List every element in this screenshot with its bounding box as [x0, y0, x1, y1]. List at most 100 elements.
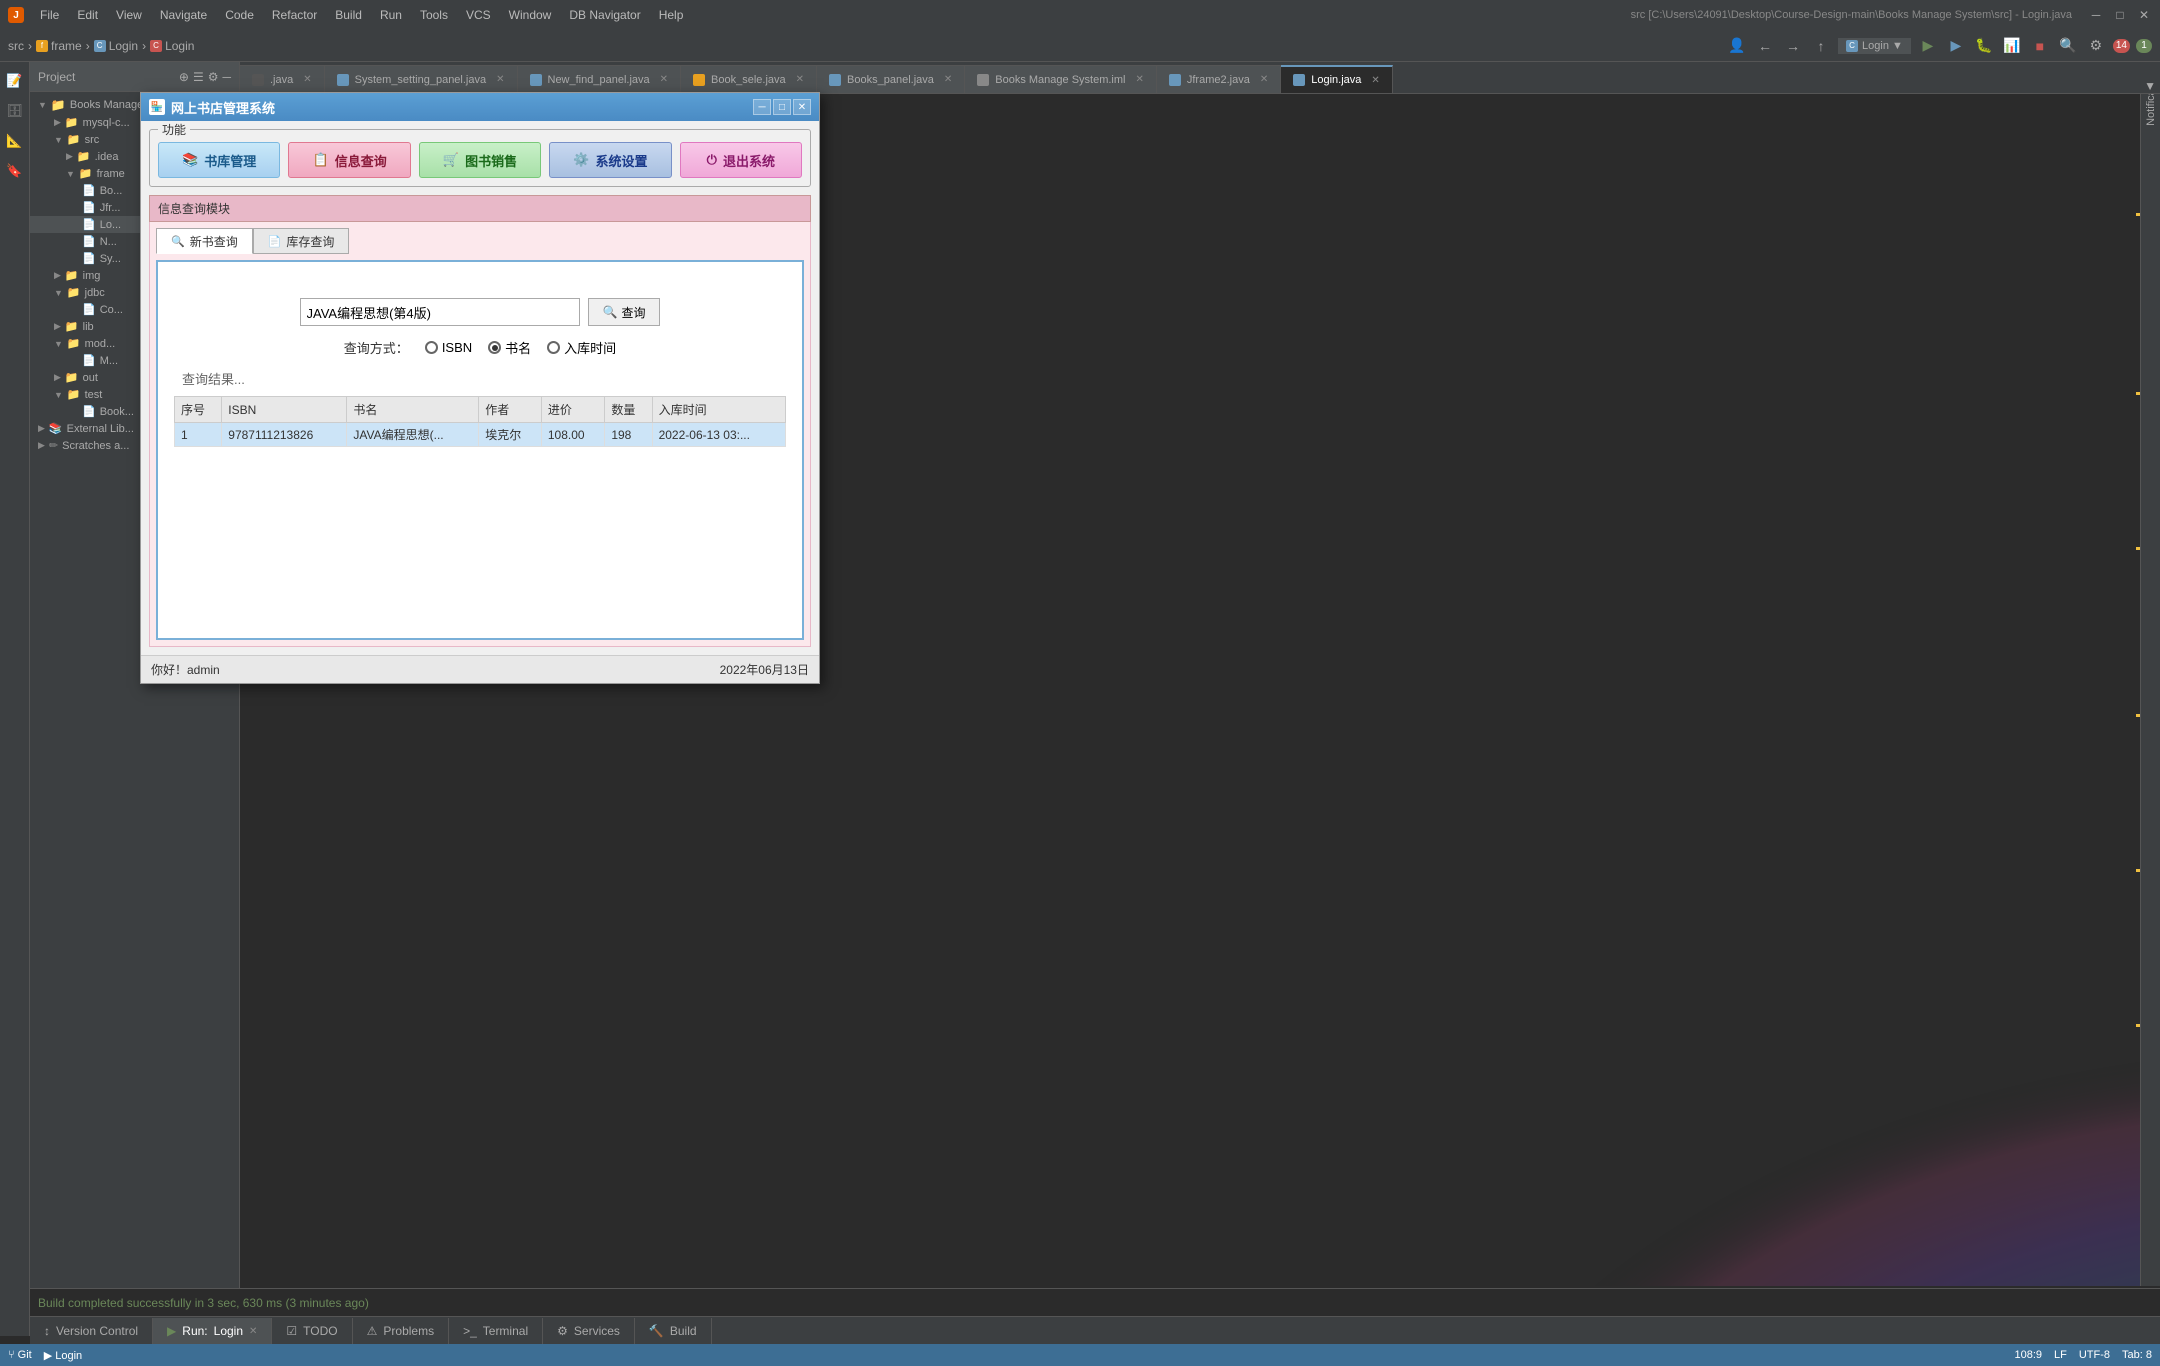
sidebar-db-icon[interactable]: 🗄	[4, 100, 26, 122]
btn-library-mgmt[interactable]: 📚 书库管理	[158, 142, 280, 178]
radio-isbn[interactable]: ISBN	[425, 340, 472, 355]
menu-code[interactable]: Code	[217, 6, 262, 24]
project-collapse-icon[interactable]: ☰	[193, 70, 204, 84]
tab-new-find[interactable]: New_find_panel.java ✕	[518, 65, 682, 93]
tab-close-system[interactable]: ✕	[496, 74, 504, 85]
breadcrumb-login2[interactable]: C Login	[150, 39, 194, 53]
menu-build[interactable]: Build	[327, 6, 370, 24]
status-encoding[interactable]: UTF-8	[2079, 1349, 2110, 1361]
tab-todo[interactable]: ☑ TODO	[272, 1318, 352, 1344]
tab-login[interactable]: Login.java ✕	[1281, 65, 1393, 93]
menu-refactor[interactable]: Refactor	[264, 6, 325, 24]
tab-book-sele[interactable]: Book_sele.java ✕	[681, 65, 817, 93]
dialog-close-btn[interactable]: ✕	[793, 99, 811, 115]
toolbar-forward-btn[interactable]: →	[1782, 35, 1804, 57]
toolbar-back-btn[interactable]: ←	[1754, 35, 1776, 57]
close-button[interactable]: ✕	[2136, 7, 2152, 23]
menu-run[interactable]: Run	[372, 6, 410, 24]
toolbar-search-btn[interactable]: 🔍	[2057, 35, 2079, 57]
sub-tab-new-books[interactable]: 🔍 新书查询	[156, 228, 253, 254]
dialog-window-buttons[interactable]: ─ □ ✕	[753, 99, 811, 115]
menu-window[interactable]: Window	[501, 6, 560, 24]
menu-vcs[interactable]: VCS	[458, 6, 499, 24]
breadcrumb-login1[interactable]: C Login	[94, 39, 138, 53]
bookstore-dialog[interactable]: 🏪 网上书店管理系统 ─ □ ✕ 功能 📚 书库管理 📋	[140, 92, 820, 684]
toolbar-build-btn[interactable]: ▶	[1917, 35, 1939, 57]
sidebar-structure-icon[interactable]: 📐	[4, 130, 26, 152]
dialog-maximize-btn[interactable]: □	[773, 99, 791, 115]
col-date: 入库时间	[652, 397, 785, 423]
search-button[interactable]: 🔍 查询	[588, 298, 661, 326]
breadcrumb-src[interactable]: src	[8, 39, 24, 53]
run-tab-close[interactable]: ✕	[249, 1326, 257, 1337]
services-label: Services	[574, 1324, 620, 1338]
maximize-button[interactable]: □	[2112, 7, 2128, 23]
tab-services[interactable]: ⚙ Services	[543, 1318, 635, 1344]
radio-date[interactable]: 入库时间	[547, 338, 616, 357]
tab-version-control[interactable]: ↕ Version Control	[30, 1318, 153, 1344]
login-dropdown[interactable]: C Login ▼	[1838, 38, 1911, 54]
tab-books-panel[interactable]: Books_panel.java ✕	[817, 65, 965, 93]
tab-close-find[interactable]: ✕	[660, 74, 668, 85]
dialog-minimize-btn[interactable]: ─	[753, 99, 771, 115]
tab-close-booksele[interactable]: ✕	[796, 74, 804, 85]
minimize-button[interactable]: ─	[2088, 7, 2104, 23]
menu-help[interactable]: Help	[651, 6, 692, 24]
toolbar-up-btn[interactable]: ↑	[1810, 35, 1832, 57]
toolbar-stop-btn[interactable]: ■	[2029, 35, 2051, 57]
menu-bar[interactable]: File Edit View Navigate Code Refactor Bu…	[32, 6, 691, 24]
table-row[interactable]: 1 9787111213826 JAVA编程思想(... 埃克尔 108.00 …	[175, 423, 786, 447]
tab-close-login[interactable]: ✕	[1371, 75, 1379, 86]
menu-db-navigator[interactable]: DB Navigator	[561, 6, 648, 24]
search-input[interactable]	[300, 298, 580, 326]
project-hide-icon[interactable]: ─	[222, 70, 231, 84]
tab-close-jframe2[interactable]: ✕	[1260, 74, 1268, 85]
tab-close-dotjava[interactable]: ✕	[303, 74, 311, 85]
tab-jframe2[interactable]: Jframe2.java ✕	[1157, 65, 1281, 93]
tab-iml[interactable]: Books Manage System.iml ✕	[965, 65, 1157, 93]
btn-info-query[interactable]: 📋 信息查询	[288, 142, 410, 178]
project-header-icons[interactable]: ⊕ ☰ ⚙ ─	[179, 70, 231, 84]
tab-system-setting[interactable]: System_setting_panel.java ✕	[325, 65, 518, 93]
menu-file[interactable]: File	[32, 6, 67, 24]
tab-problems[interactable]: ⚠ Problems	[353, 1318, 449, 1344]
toolbar-run-btn[interactable]: ▶	[1945, 35, 1967, 57]
dialog-titlebar[interactable]: 🏪 网上书店管理系统 ─ □ ✕	[141, 93, 819, 121]
project-sync-icon[interactable]: ⊕	[179, 70, 189, 84]
toolbar-coverage-btn[interactable]: 📊	[2001, 35, 2023, 57]
src-label: src	[85, 134, 100, 146]
status-indent[interactable]: Tab: 8	[2122, 1349, 2152, 1361]
menu-view[interactable]: View	[108, 6, 150, 24]
project-settings-icon[interactable]: ⚙	[208, 70, 219, 84]
frame-label: frame	[97, 168, 125, 180]
tab-build[interactable]: 🔨 Build	[635, 1318, 712, 1344]
status-git[interactable]: ⑂ Git	[8, 1349, 32, 1361]
status-position[interactable]: 108:9	[2014, 1349, 2042, 1361]
menu-edit[interactable]: Edit	[69, 6, 106, 24]
btn-book-sales[interactable]: 🛒 图书销售	[419, 142, 541, 178]
tab-run[interactable]: ▶ Run: Login ✕	[153, 1318, 272, 1344]
sub-tab-inventory[interactable]: 📄 库存查询	[253, 228, 350, 254]
radio-bookname[interactable]: 书名	[488, 338, 531, 357]
sales-label: 图书销售	[465, 151, 517, 170]
tab-terminal[interactable]: >_ Terminal	[449, 1318, 543, 1344]
toolbar-settings-btn[interactable]: ⚙	[2085, 35, 2107, 57]
radio-isbn-circle[interactable]	[425, 341, 438, 354]
window-controls[interactable]: ─ □ ✕	[2088, 7, 2152, 23]
tab-close-bookspanel[interactable]: ✕	[944, 74, 952, 85]
tab-overflow[interactable]: ▼	[2144, 79, 2160, 93]
sidebar-commit-icon[interactable]: 📝	[4, 70, 26, 92]
radio-date-circle[interactable]	[547, 341, 560, 354]
tab-dotjava[interactable]: .java ✕	[240, 65, 325, 93]
breadcrumb-frame[interactable]: f frame	[36, 39, 82, 53]
toolbar-debug-btn[interactable]: 🐛	[1973, 35, 1995, 57]
tab-close-iml[interactable]: ✕	[1135, 74, 1143, 85]
toolbar-profile-btn[interactable]: 👤	[1726, 35, 1748, 57]
btn-logout[interactable]: ⏻ 退出系统	[680, 142, 802, 178]
sidebar-bookmarks-icon[interactable]: 🔖	[4, 160, 26, 182]
menu-tools[interactable]: Tools	[412, 6, 456, 24]
menu-navigate[interactable]: Navigate	[152, 6, 215, 24]
radio-bookname-circle[interactable]	[488, 341, 501, 354]
btn-system-settings[interactable]: ⚙️ 系统设置	[549, 142, 671, 178]
status-lf[interactable]: LF	[2054, 1349, 2067, 1361]
